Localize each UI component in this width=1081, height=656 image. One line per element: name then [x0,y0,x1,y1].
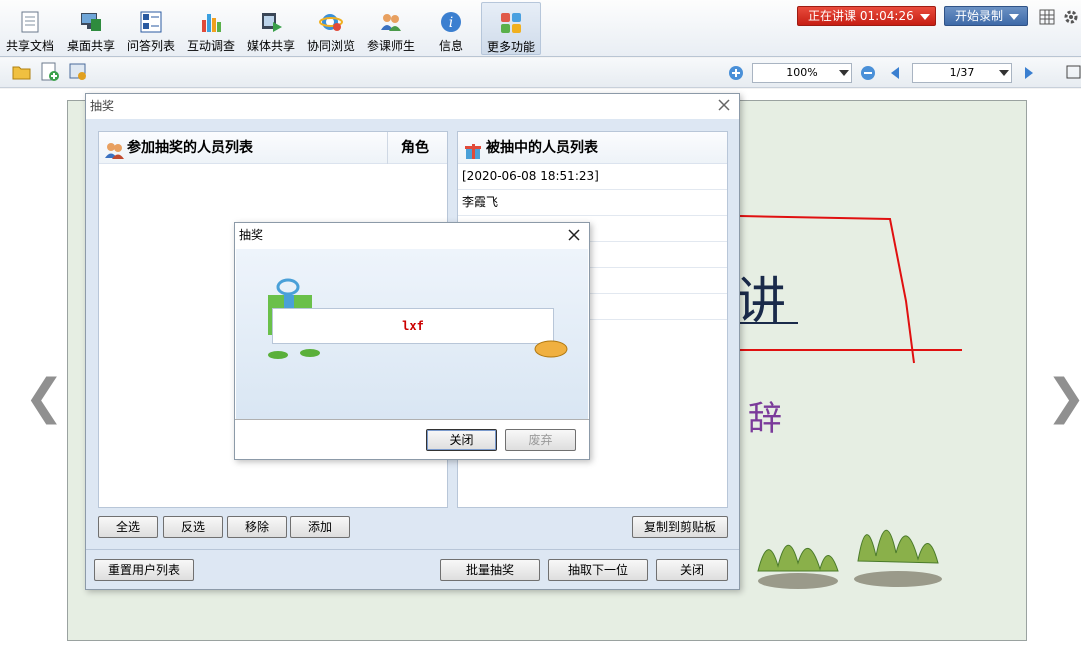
fit-screen-icon[interactable] [1066,64,1081,83]
hand-icon [534,340,568,358]
separator [235,419,589,420]
page-select[interactable]: 1/37 [912,63,1012,83]
dropdown-arrow-icon [999,70,1009,76]
zoom-select[interactable]: 100% [752,63,852,83]
svg-text:i: i [449,15,453,31]
winner-row[interactable]: [2020-06-08 18:51:23] [458,164,727,190]
live-status-button[interactable]: 正在讲课 01:04:26 [797,6,936,26]
slide-next-arrow-icon[interactable]: ❯ [1046,369,1081,425]
draw-next-button[interactable]: 抽取下一位 [548,559,648,581]
document-settings-icon[interactable] [68,62,88,85]
toolbar-label: 参课师生 [366,39,415,53]
toolbar-label: 互动调查 [186,39,235,53]
qa-list-icon [139,10,163,34]
close-icon[interactable] [717,98,731,112]
add-button[interactable]: 添加 [290,516,350,538]
document-toolbar: 100% 1/37 [0,58,1081,88]
toolbar-label: 桌面共享 [66,39,115,53]
zoom-value: 100% [786,66,818,79]
role-header-label: 角色 [401,140,429,156]
winners-header: 被抽中的人员列表 [458,132,727,164]
toolbar-label: 媒体共享 [246,39,295,53]
toolbar-more[interactable]: 更多功能 [481,2,541,55]
result-area: lxf [236,249,588,419]
select-all-button[interactable]: 全选 [98,516,158,538]
dialog-title: 抽奖 [86,94,739,119]
toolbar-qa-list[interactable]: 问答列表 [121,2,181,55]
discard-button[interactable]: 废弃 [505,429,576,451]
page-value: 1/37 [949,66,975,79]
result-close-button[interactable]: 关闭 [426,429,497,451]
open-folder-icon[interactable] [12,63,32,84]
close-icon[interactable] [567,228,581,242]
people-icon [379,10,403,34]
next-page-icon[interactable] [1024,66,1034,83]
separator [86,549,739,550]
layout-grid-icon[interactable] [1039,9,1055,28]
zoom-in-icon[interactable] [728,65,744,84]
dropdown-arrow-icon [919,13,930,20]
document-icon [18,10,42,34]
toolbar-label: 协同浏览 [306,39,355,53]
invert-selection-button[interactable]: 反选 [163,516,223,538]
toolbar-survey[interactable]: 互动调查 [181,2,241,55]
slide-text-2: 辞 [748,399,782,439]
live-status-text: 正在讲课 01:04:26 [808,9,914,23]
participants-header-label: 参加抽奖的人员列表 [127,140,253,156]
toolbar-label: 信息 [438,39,463,53]
add-document-icon[interactable] [40,62,60,85]
people-icon [104,139,124,171]
gift-icon [463,139,483,171]
lottery-result-value: lxf [272,308,554,344]
toolbar-shared-docs[interactable]: 共享文档 [0,2,60,55]
close-button[interactable]: 关闭 [656,559,728,581]
desktop-share-icon [79,10,103,34]
settings-gear-icon[interactable] [1062,8,1080,29]
zoom-out-icon[interactable] [860,65,876,84]
winner-row[interactable]: 李霞飞 [458,190,727,216]
participants-header: 参加抽奖的人员列表 角色 [99,132,447,164]
lottery-result-dialog: 抽奖 lxf 关闭 废弃 [234,222,590,460]
toolbar-label: 共享文档 [5,39,54,53]
remove-button[interactable]: 移除 [227,516,287,538]
toolbar-info[interactable]: i 信息 [421,2,481,55]
slide-text-1: 讲 [736,272,786,330]
dropdown-arrow-icon [839,70,849,76]
survey-chart-icon [199,10,223,34]
slide-prev-arrow-icon[interactable]: ❮ [24,369,64,425]
toolbar-label: 更多功能 [486,40,535,54]
more-apps-icon [499,11,523,35]
record-label: 开始录制 [955,9,1004,23]
winners-header-label: 被抽中的人员列表 [486,140,598,156]
record-button[interactable]: 开始录制 [944,6,1028,26]
batch-draw-button[interactable]: 批量抽奖 [440,559,540,581]
prev-page-icon[interactable] [890,66,900,83]
media-share-icon [259,10,283,34]
toolbar-participants[interactable]: 参课师生 [361,2,421,55]
dropdown-arrow-icon [1009,13,1020,20]
ie-browser-icon [319,10,343,34]
toolbar-media-share[interactable]: 媒体共享 [241,2,301,55]
copy-to-clipboard-button[interactable]: 复制到剪贴板 [632,516,728,538]
main-toolbar: 共享文档 桌面共享 问答列表 互动调查 媒体共享 协同浏览 参课师生 i 信息 … [0,0,1081,57]
toolbar-label: 问答列表 [126,39,175,53]
reset-user-list-button[interactable]: 重置用户列表 [94,559,194,581]
toolbar-desktop-share[interactable]: 桌面共享 [61,2,121,55]
column-divider [387,132,388,164]
toolbar-co-browse[interactable]: 协同浏览 [301,2,361,55]
dialog-title: 抽奖 [239,228,264,242]
info-icon: i [439,10,463,34]
